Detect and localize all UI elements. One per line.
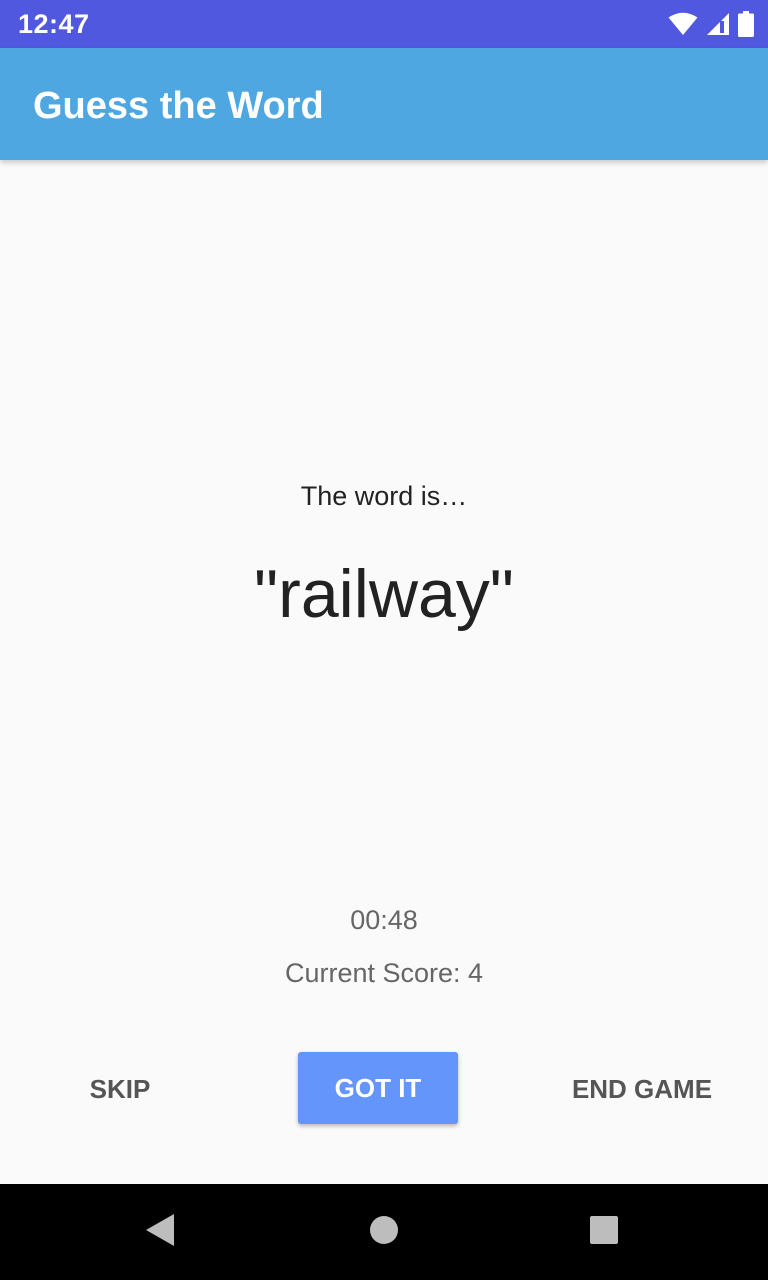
current-word: "railway"	[254, 556, 514, 632]
back-button[interactable]	[112, 1184, 208, 1280]
battery-icon	[738, 11, 754, 37]
home-icon	[369, 1215, 399, 1250]
back-icon	[144, 1213, 176, 1252]
cell-signal-icon	[706, 12, 730, 36]
word-intro-label: The word is…	[300, 481, 468, 511]
timer-text: 00:48	[350, 905, 418, 935]
recents-button[interactable]	[556, 1184, 652, 1280]
wifi-icon	[668, 12, 698, 36]
score-text: Current Score: 4	[284, 958, 484, 988]
game-screen: 12:47 Guess the Word The word is… "railw…	[0, 0, 768, 1280]
app-title: Guess the Word	[33, 85, 324, 127]
home-button[interactable]	[336, 1184, 432, 1280]
app-bar: Guess the Word	[0, 48, 768, 160]
skip-button[interactable]: SKIP	[60, 1060, 180, 1118]
status-icons	[668, 10, 754, 38]
recents-icon	[589, 1215, 619, 1250]
got-it-button[interactable]: GOT IT	[298, 1052, 458, 1124]
system-nav-bar	[0, 1184, 768, 1280]
status-bar: 12:47	[0, 0, 768, 48]
status-time: 12:47	[18, 9, 90, 39]
end-game-button[interactable]: END GAME	[552, 1060, 732, 1118]
